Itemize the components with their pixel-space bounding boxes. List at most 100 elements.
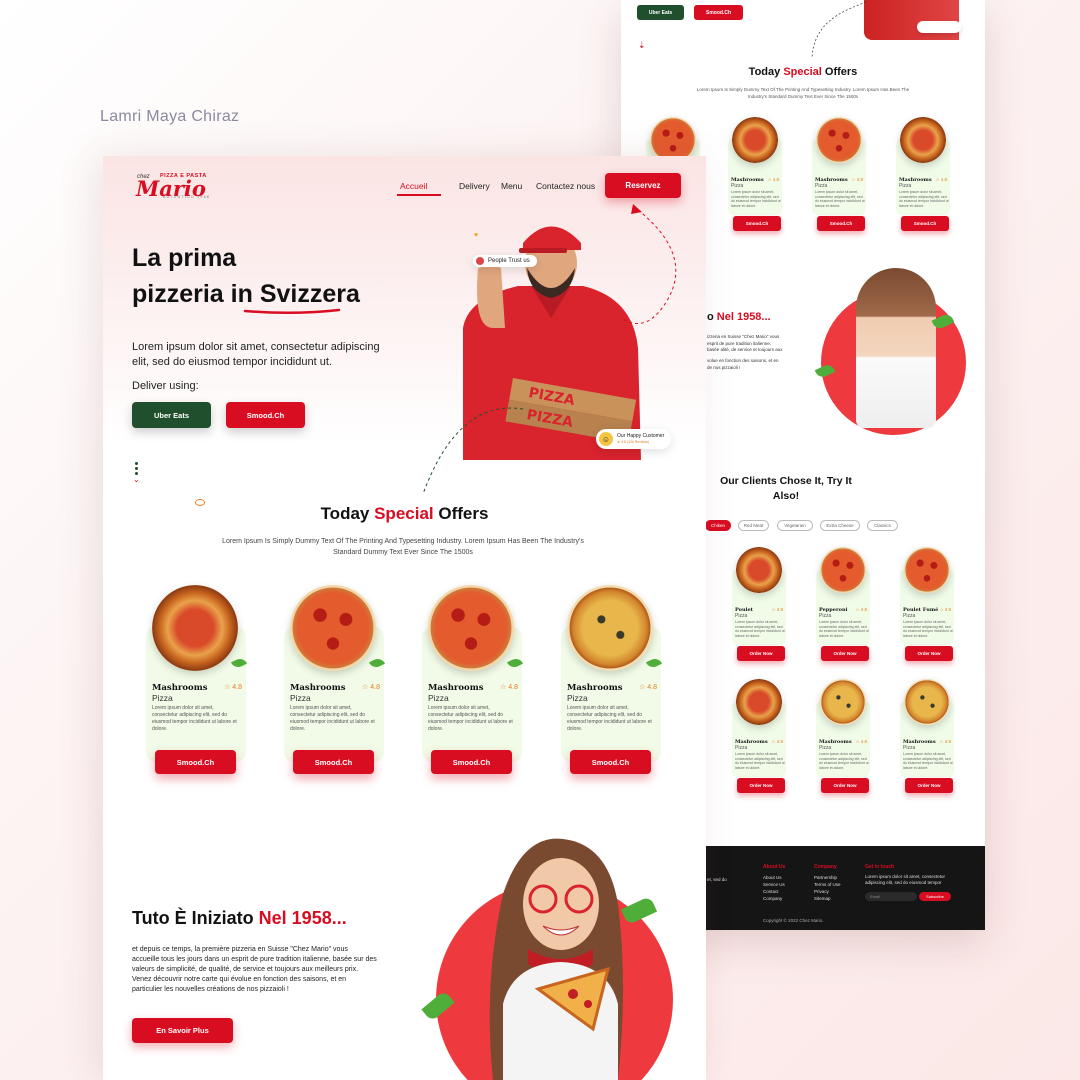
order-button[interactable]: Smood.Ch [901,216,949,231]
pizza-type: Pizza [731,183,744,189]
footer-touch: Get in touch Lorem ipsum dolor sit amet,… [865,864,955,901]
footer-left-text: et, sed do [707,877,727,882]
happy-customer-badge: ☺ Our Happy Customer ★ 4.8 (12k Reviews) [596,429,672,449]
offers-title: Today Special Offers [320,504,489,523]
offer-card: Mashrooms Pizza ☆ 4.8 Lorem ipsum dolor … [140,583,252,783]
rating: ☆ 4.8 [771,607,783,612]
order-now-button[interactable]: Order Now [821,778,869,793]
hero-lead: Lorem ipsum dolor sit amet, consectetur … [132,341,380,368]
back-offers-title: Today Special Offers [748,66,858,78]
back-story-text2: volue en fonction des saisons, et en de … [707,358,779,370]
footer-link[interactable]: Sitemap [814,895,841,902]
footer-link[interactable]: Company [763,895,785,902]
heart-icon: ♥ [474,232,479,239]
reservez-button[interactable]: Reservez [605,173,681,198]
back-scroll-icon[interactable]: ⇣ [638,40,646,51]
nav-menu[interactable]: Menu [501,181,522,191]
pizza-type: Pizza [428,693,449,703]
rating: ☆ 4.8 [939,739,951,744]
footer-company: Company Partnership Terms of Use Privacy… [814,864,841,902]
offer-card: Mashrooms Pizza ☆ 4.8 Lorem ipsum dolor … [278,583,390,783]
nav-active-underline [397,194,441,196]
pizza-desc: Lorem ipsum dolor sit amet, consectetur … [819,752,869,770]
rating: ☆ 4.8 [500,684,518,691]
deliver-label: Deliver using: [132,380,199,392]
filter-chiken[interactable]: Chiken [705,520,731,531]
pizza-type: Pizza [735,745,748,751]
filter-extra-cheese[interactable]: Extra Cheese [820,520,860,531]
back-story-title: o Nel 1958... [707,311,771,323]
pizza-image [152,585,238,671]
hero-title-line2: pizzeria in Svizzera [132,280,360,308]
offer-card: Mashrooms Pizza ☆ 4.8 Lorem ipsum dolor … [416,583,528,783]
pizza-desc: Lorem ipsum dolor sit amet, consectetur … [428,705,513,732]
en-savoir-plus-button[interactable]: En Savoir Plus [132,1018,233,1043]
copyright: Copyright © 2022 Chez Mario. [763,918,824,923]
footer-link[interactable]: Service Us [763,881,785,888]
back-woman-image [856,268,936,428]
order-button[interactable]: Smood.Ch [733,216,781,231]
author-name: Lamri Maya Chiraz [100,108,240,125]
smood-order-button[interactable]: Smood.Ch [293,750,374,774]
footer-link[interactable]: About Us [763,874,785,881]
scroll-down-icon[interactable]: ⌄ [133,462,140,484]
filter-classics[interactable]: Classics [867,520,898,531]
nav-accueil[interactable]: Accueil [400,181,427,191]
rating: ☆ 4.8 [771,739,783,744]
filter-vegetarien[interactable]: Vegetarien [777,520,813,531]
rating: ☆ 4.8 [639,684,657,691]
offer-card: Mashrooms Pizza ☆ 4.8 Lorem ipsum dolor … [555,583,667,783]
pizza-image [736,547,782,593]
footer-link[interactable]: Contact [763,888,785,895]
smood-order-button[interactable]: Smood.Ch [155,750,236,774]
back-uber-button[interactable]: Uber Eats [637,5,684,20]
pizza-image [904,547,950,593]
order-now-button[interactable]: Order Now [905,778,953,793]
order-button[interactable]: Smood.Ch [817,216,865,231]
pizza-type: Pizza [152,693,173,703]
pizza-image [900,117,946,163]
back-hero-image [864,0,959,40]
pizza-image [290,585,376,671]
pizza-image [736,679,782,725]
footer-link[interactable]: Privacy [814,888,841,895]
order-now-button[interactable]: Order Now [905,646,953,661]
filter-red-meat[interactable]: Red Meat [738,520,769,531]
pizza-type: Pizza [290,693,311,703]
rating: ☆ 4.8 [935,177,947,182]
rating: ☆ 4.8 [362,684,380,691]
order-now-button[interactable]: Order Now [737,778,785,793]
email-input[interactable]: Email [865,892,917,901]
back-smood-button[interactable]: Smood.Ch [694,5,743,20]
order-now-button[interactable]: Order Now [821,646,869,661]
pizza-type: Pizza [819,745,832,751]
subscribe-button[interactable]: Subscribe [919,892,951,901]
smile-icon: ☺ [599,432,613,446]
pizza-name: Mashrooms [428,683,484,693]
pizza-image [816,117,862,163]
rating: ☆ 4.8 [851,177,863,182]
story-title: Tuto È Iniziato Nel 1958... [132,908,347,928]
smood-order-button[interactable]: Smood.Ch [570,750,651,774]
pizza-type: Pizza [735,613,748,619]
pizza-image [904,679,950,725]
hero-title-line1: La prima [132,244,237,272]
footer-link[interactable]: Terms of Use [814,881,841,888]
rating: ☆ 4.8 [767,177,779,182]
back-dashed-arrow [811,1,867,59]
pizza-desc: Lorem ipsum dolor sit amet, consectetur … [815,190,865,208]
smood-order-button[interactable]: Smood.Ch [431,750,512,774]
smood-button[interactable]: Smood.Ch [226,402,305,428]
pizza-type: Pizza [903,613,916,619]
order-now-button[interactable]: Order Now [737,646,785,661]
nav-contact[interactable]: Contactez nous [536,181,595,191]
rating: ☆ 4.8 [224,684,242,691]
footer-link[interactable]: Partnership [814,874,841,881]
back-offers-subtitle: Lorem Ipsum Is Simply Dummy Text Of The … [696,87,910,99]
pizza-name: Mashrooms [290,683,346,693]
offers-subtitle: Lorem Ipsum Is Simply Dummy Text Of The … [222,538,584,556]
pizza-desc: Lorem ipsum dolor sit amet, consectetur … [731,190,781,208]
uber-eats-button[interactable]: Uber Eats [132,402,211,428]
back-story-text: izzeria en Suisse "Chez Mario" vous espr… [707,334,783,352]
nav-delivery[interactable]: Delivery [459,181,490,191]
